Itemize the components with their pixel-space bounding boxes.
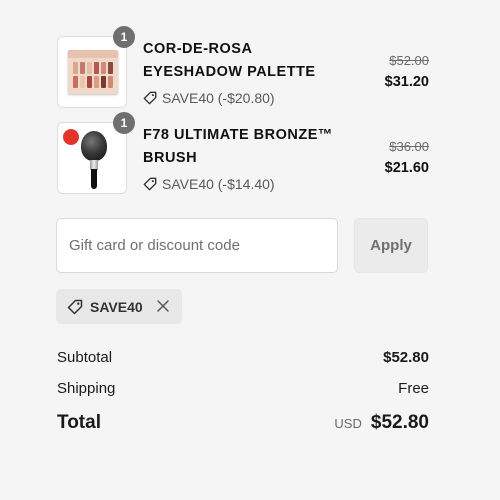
total-value: $52.80 <box>370 412 429 433</box>
line-item: 1 COR-DE-ROSA EYESHADOW PALETTE SAVE40 (… <box>57 26 429 108</box>
currency-code: USD <box>334 416 362 431</box>
discounted-price: $21.60 <box>384 160 429 176</box>
apply-button[interactable]: Apply <box>354 218 428 273</box>
item-discount: SAVE40 (-$14.40) <box>143 175 275 193</box>
applied-code-label: SAVE40 <box>90 298 143 315</box>
tag-icon <box>143 91 157 105</box>
quantity-badge: 1 <box>113 26 135 48</box>
line-item: 1 F78 ULTIMATE BRONZE™ BRUSH SAVE40 (-$1… <box>57 112 429 194</box>
product-image: 1 <box>57 112 135 194</box>
shipping-label: Shipping <box>57 380 116 397</box>
tag-icon <box>143 177 157 191</box>
quantity-badge: 1 <box>113 112 135 134</box>
original-price: $36.00 <box>389 139 429 154</box>
subtotal-row: Subtotal $52.80 <box>57 349 429 366</box>
product-name: F78 ULTIMATE BRONZE™ BRUSH <box>143 127 333 166</box>
eyeshadow-palette-image <box>68 50 118 94</box>
product-image: 1 <box>57 26 135 108</box>
product-name: COR-DE-ROSA EYESHADOW PALETTE <box>143 41 316 80</box>
total-label: Total <box>57 412 101 433</box>
subtotal-value: $52.80 <box>383 349 429 366</box>
shipping-row: Shipping Free <box>57 380 429 397</box>
close-icon[interactable] <box>156 299 170 313</box>
discount-code-input[interactable] <box>56 218 338 273</box>
discounted-price: $31.20 <box>384 74 429 90</box>
total-row: Total USD $52.80 <box>57 412 429 434</box>
original-price: $52.00 <box>389 53 429 68</box>
item-discount: SAVE40 (-$20.80) <box>143 89 275 107</box>
subtotal-label: Subtotal <box>57 349 113 366</box>
tag-icon <box>67 299 83 314</box>
applied-discount-chip: SAVE40 <box>56 289 182 324</box>
shipping-value: Free <box>398 380 429 397</box>
